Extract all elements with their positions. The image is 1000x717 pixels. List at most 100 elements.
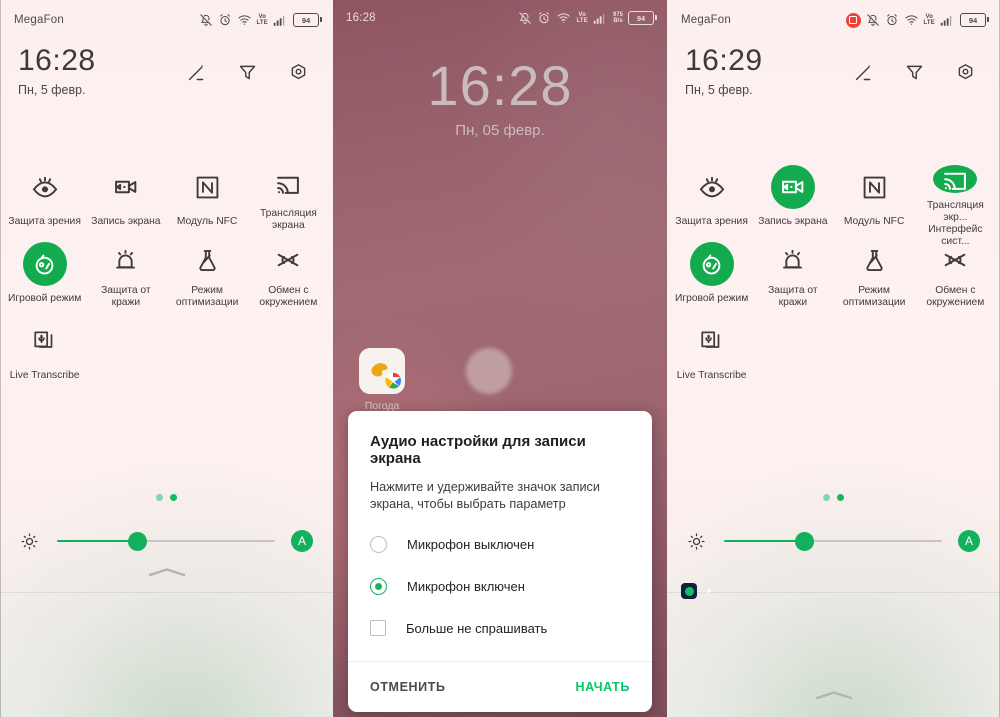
auto-brightness-button[interactable]: A — [291, 530, 313, 552]
bell-off-icon — [519, 12, 532, 24]
settings-gear-icon[interactable] — [955, 62, 976, 83]
volte-bottom: LTE — [256, 20, 268, 26]
screen-record-audio-dialog: Аудио настройки для записи экрана Нажмит… — [348, 411, 652, 712]
slider-fill — [724, 539, 805, 543]
clock-time: 16:28 — [18, 44, 96, 77]
tile-sublabel: оптимизации — [842, 297, 906, 308]
tile-nearby-share[interactable]: Обмен с окружением — [915, 232, 996, 309]
page-dot-1[interactable] — [156, 494, 163, 501]
tile-icon-wrap — [771, 242, 815, 278]
tile-label: Режим — [858, 285, 890, 296]
quick-settings-tiles-panel-3: Защита зрения Запись экрана Модуль NFC Т… — [667, 155, 1000, 386]
option-label: Микрофон включен — [407, 578, 525, 594]
brightness-slider[interactable] — [57, 531, 275, 551]
filter-icon[interactable] — [237, 62, 258, 83]
tile-label: Live Transcribe — [676, 370, 747, 381]
signal-icon — [593, 13, 605, 24]
page-dot-2[interactable] — [170, 494, 177, 501]
option-do-not-ask-again[interactable]: Больше не спрашивать — [370, 607, 630, 649]
flask-icon — [199, 249, 216, 271]
tile-icon-wrap — [690, 165, 734, 209]
option-label: Микрофон выключен — [407, 536, 535, 552]
tile-icon-wrap — [690, 319, 734, 363]
quick-settings-tiles-panel-1: Защита зрения Запись экрана Модуль NFC Т… — [0, 155, 333, 386]
tile-label: Игровой режим — [674, 293, 749, 304]
tile-eye-care[interactable]: Защита зрения — [4, 155, 85, 232]
wifi-icon — [237, 15, 251, 25]
shade-handle-panel-3[interactable] — [667, 689, 1000, 701]
tile-nfc[interactable]: Модуль NFC — [834, 155, 915, 232]
game-mode-icon — [702, 254, 721, 274]
page-dot-2[interactable] — [837, 494, 844, 501]
tile-nfc[interactable]: Модуль NFC — [167, 155, 248, 232]
settings-gear-icon[interactable] — [288, 62, 309, 83]
brightness-edit-icon[interactable] — [186, 62, 207, 83]
chevron-up-icon — [148, 568, 185, 577]
battery-icon: 94 — [628, 11, 657, 25]
eye-care-icon — [699, 176, 724, 198]
slider-knob[interactable] — [128, 531, 148, 551]
brightness-slider[interactable] — [724, 531, 942, 551]
filter-icon[interactable] — [904, 62, 925, 83]
shade-divider — [0, 592, 333, 593]
tile-screen-record[interactable]: Запись экрана — [752, 155, 833, 232]
tile-label: Обмен с — [268, 285, 309, 296]
net-speed-unit: B/s — [613, 18, 623, 24]
start-button[interactable]: НАЧАТЬ — [575, 680, 630, 694]
home-app-row: Погода — [333, 348, 667, 412]
tile-eye-care[interactable]: Защита зрения — [671, 155, 752, 232]
shade-divider — [667, 592, 1000, 593]
dialog-actions: ОТМЕНИТЬ НАЧАТЬ — [348, 662, 652, 712]
screen-record-notification-icon[interactable] — [681, 583, 697, 599]
weather-app-icon — [359, 348, 405, 394]
cancel-button[interactable]: ОТМЕНИТЬ — [370, 680, 446, 694]
dialog-title: Аудио настройки для записи экрана — [370, 433, 586, 467]
brightness-row-panel-3: A — [667, 520, 1000, 562]
tile-icon-wrap — [266, 242, 310, 278]
battery-icon: 94 — [293, 13, 322, 27]
app-blurred[interactable] — [461, 348, 512, 412]
brightness-edit-icon[interactable] — [853, 62, 874, 83]
auto-brightness-button[interactable]: A — [958, 530, 980, 552]
recording-inner-square — [849, 16, 857, 24]
tile-label: Обмен с — [935, 285, 976, 296]
tile-game-mode[interactable]: Игровой режим — [4, 232, 85, 309]
brightness-icon — [21, 532, 38, 550]
alarm-icon — [219, 14, 230, 26]
radio-mic-on[interactable] — [370, 577, 387, 595]
app-weather[interactable]: Погода — [359, 348, 405, 412]
volte-icon: Vo LTE — [576, 12, 588, 24]
tile-optimization-mode[interactable]: Режим оптимизации — [834, 232, 915, 309]
clock-date: Пн, 5 февр. — [18, 83, 86, 97]
wifi-icon — [557, 13, 571, 23]
tile-sublabel: окружением — [259, 297, 318, 308]
tile-anti-theft[interactable]: Защита от кражи — [752, 232, 833, 309]
status-bar-icons: Vo LTE 975 B/s 94 — [518, 11, 657, 25]
notification-icons — [681, 583, 711, 599]
radio-mic-off[interactable] — [370, 535, 387, 553]
tile-label: Трансляция — [259, 208, 317, 219]
tile-live-transcribe[interactable]: Live Transcribe — [4, 309, 85, 386]
nearby-share-icon — [278, 253, 299, 267]
option-mic-off[interactable]: Микрофон выключен — [370, 523, 630, 565]
option-mic-on[interactable]: Микрофон включен — [370, 565, 630, 607]
page-dot-1[interactable] — [823, 494, 830, 501]
tile-cast[interactable]: Трансляция экр... Интерфейс сист... — [915, 155, 996, 247]
tile-label: Live Transcribe — [9, 370, 80, 381]
checkbox-do-not-ask[interactable] — [370, 620, 386, 636]
shade-handle-panel-1[interactable] — [0, 566, 333, 578]
nfc-icon — [863, 176, 885, 198]
tile-live-transcribe[interactable]: Live Transcribe — [671, 309, 752, 386]
tile-optimization-mode[interactable]: Режим оптимизации — [167, 232, 248, 309]
tile-label: Запись экрана — [91, 216, 161, 227]
tile-game-mode[interactable]: Игровой режим — [671, 232, 752, 309]
tile-cast[interactable]: Трансляция экрана — [248, 155, 329, 232]
tile-nearby-share[interactable]: Обмен с окружением — [248, 232, 329, 309]
status-bar-icons: Vo LTE 94 — [199, 13, 322, 27]
page-indicator-panel-3 — [667, 494, 1000, 501]
tile-screen-record[interactable]: Запись экрана — [85, 155, 166, 232]
slider-knob[interactable] — [795, 531, 815, 551]
tile-icon-wrap — [23, 165, 67, 209]
brightness-row-panel-1: A — [0, 520, 333, 562]
tile-anti-theft[interactable]: Защита от кражи — [85, 232, 166, 309]
